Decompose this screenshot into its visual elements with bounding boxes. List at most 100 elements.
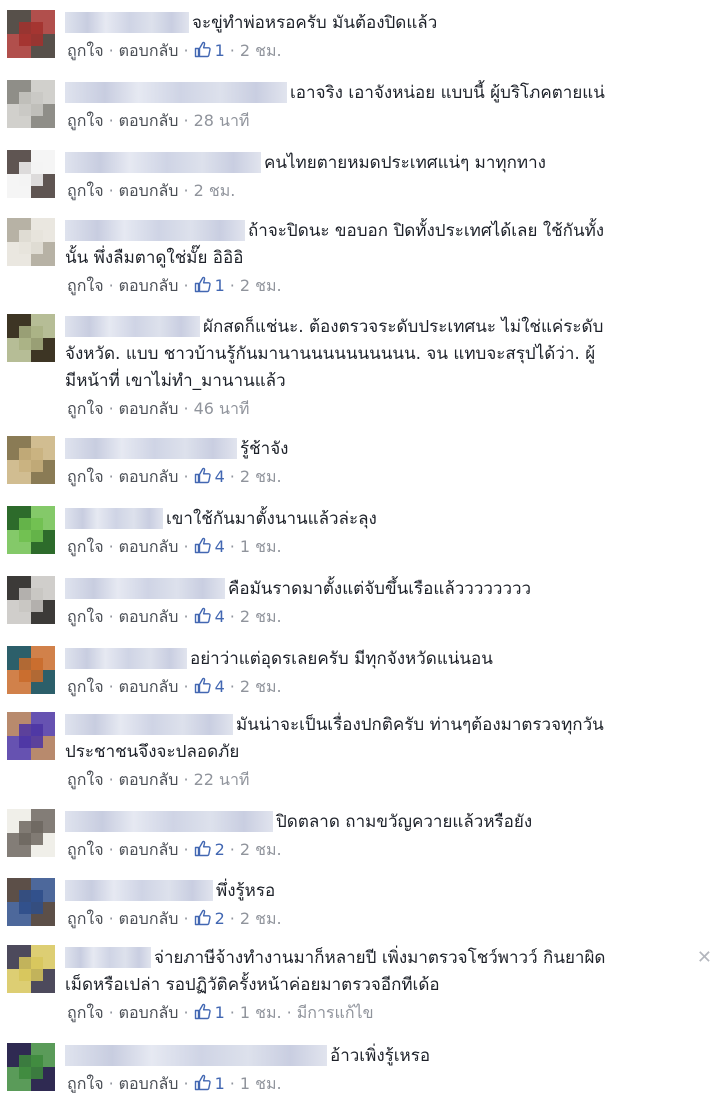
like-count[interactable]: 4 [215, 677, 225, 696]
like-link[interactable]: ถูกใจ [67, 770, 104, 789]
reply-link[interactable]: ตอบกลับ [119, 909, 179, 928]
author-name[interactable] [65, 438, 237, 459]
reply-link[interactable]: ตอบกลับ [119, 467, 179, 486]
timestamp[interactable]: 2 ชม. [240, 276, 282, 295]
timestamp[interactable]: 46 นาที [194, 399, 250, 418]
timestamp[interactable]: 2 ชม. [240, 909, 282, 928]
comment-text: รู้ช้าจัง [240, 439, 289, 459]
avatar[interactable] [7, 712, 55, 760]
like-link[interactable]: ถูกใจ [67, 276, 104, 295]
like-link[interactable]: ถูกใจ [67, 607, 104, 626]
author-name[interactable] [65, 648, 187, 669]
reply-link[interactable]: ตอบกลับ [119, 770, 179, 789]
like-link[interactable]: ถูกใจ [67, 537, 104, 556]
timestamp[interactable]: 2 ชม. [240, 840, 282, 859]
comment-text: อ้าวเพิ่งรู้เหรอ [330, 1046, 431, 1066]
avatar[interactable] [7, 10, 55, 58]
edited-label[interactable]: มีการแก้ไข [297, 1003, 374, 1022]
separator-dot: · [229, 41, 235, 60]
reply-link[interactable]: ตอบกลับ [119, 1074, 179, 1093]
reply-link[interactable]: ตอบกลับ [119, 111, 179, 130]
timestamp[interactable]: 2 ชม. [240, 41, 282, 60]
author-name[interactable] [65, 508, 163, 529]
separator-dot: · [286, 1003, 292, 1022]
separator-dot: · [108, 41, 114, 60]
like-count[interactable]: 1 [215, 276, 225, 295]
like-link[interactable]: ถูกใจ [67, 909, 104, 928]
comment-body: จ่ายภาษีจ้างทำงานมาก็หลายปี เพิ่งมาตรวจโ… [65, 945, 693, 1022]
avatar[interactable] [7, 506, 55, 554]
like-count[interactable]: 1 [215, 1074, 225, 1093]
comment-text: ประชาชนจึงจะปลอดภัย [65, 742, 240, 762]
author-name[interactable] [65, 152, 261, 173]
avatar[interactable] [7, 878, 55, 926]
reply-link[interactable]: ตอบกลับ [119, 399, 179, 418]
avatar[interactable] [7, 314, 55, 362]
like-link[interactable]: ถูกใจ [67, 399, 104, 418]
timestamp[interactable]: 2 ชม. [240, 677, 282, 696]
timestamp[interactable]: 22 นาที [194, 770, 250, 789]
like-link[interactable]: ถูกใจ [67, 677, 104, 696]
like-count[interactable]: 2 [215, 840, 225, 859]
reply-link[interactable]: ตอบกลับ [119, 276, 179, 295]
author-name[interactable] [65, 220, 245, 241]
comment-body: ปิดตลาด ถามขวัญควายแล้วหรือยัง ถูกใจ · ตอบก… [65, 809, 693, 859]
comment-text: ปิดตลาด ถามขวัญควายแล้วหรือยัง [276, 812, 533, 832]
like-count[interactable]: 4 [215, 467, 225, 486]
author-name[interactable] [65, 811, 273, 832]
reply-link[interactable]: ตอบกลับ [119, 677, 179, 696]
reply-link[interactable]: ตอบกลับ [119, 840, 179, 859]
avatar[interactable] [7, 436, 55, 484]
separator-dot: · [183, 181, 189, 200]
reply-link[interactable]: ตอบกลับ [119, 1003, 179, 1022]
like-link[interactable]: ถูกใจ [67, 41, 104, 60]
author-name[interactable] [65, 12, 189, 33]
avatar[interactable] [7, 945, 55, 993]
avatar[interactable] [7, 1043, 55, 1091]
separator-dot: · [183, 276, 189, 295]
close-icon[interactable]: ✕ [697, 949, 712, 967]
like-link[interactable]: ถูกใจ [67, 111, 104, 130]
author-name[interactable] [65, 947, 151, 968]
separator-dot: · [108, 111, 114, 130]
avatar[interactable] [7, 809, 55, 857]
author-name[interactable] [65, 578, 225, 599]
avatar[interactable] [7, 576, 55, 624]
author-name[interactable] [65, 316, 200, 337]
reply-link[interactable]: ตอบกลับ [119, 181, 179, 200]
timestamp[interactable]: 2 ชม. [240, 607, 282, 626]
timestamp[interactable]: 1 ชม. [240, 1074, 282, 1093]
like-count[interactable]: 1 [215, 1003, 225, 1022]
reply-link[interactable]: ตอบกลับ [119, 537, 179, 556]
like-count[interactable]: 1 [215, 41, 225, 60]
reply-link[interactable]: ตอบกลับ [119, 607, 179, 626]
timestamp[interactable]: 2 ชม. [240, 467, 282, 486]
reply-link[interactable]: ตอบกลับ [119, 41, 179, 60]
like-link[interactable]: ถูกใจ [67, 181, 104, 200]
like-count[interactable]: 4 [215, 537, 225, 556]
timestamp[interactable]: 2 ชม. [194, 181, 236, 200]
comment-actions: ถูกใจ · ตอบกลับ · 4 · 1 ชม. [67, 537, 282, 557]
like-link[interactable]: ถูกใจ [67, 467, 104, 486]
avatar[interactable] [7, 218, 55, 266]
like-count[interactable]: 2 [215, 909, 225, 928]
avatar[interactable] [7, 646, 55, 694]
comment-text: พึ่งรู้หรอ [216, 881, 276, 901]
like-link[interactable]: ถูกใจ [67, 1074, 104, 1093]
author-name[interactable] [65, 1045, 327, 1066]
separator-dot: · [183, 909, 189, 928]
avatar[interactable] [7, 80, 55, 128]
timestamp[interactable]: 1 ชม. [240, 1003, 282, 1022]
like-link[interactable]: ถูกใจ [67, 1003, 104, 1022]
author-name[interactable] [65, 714, 233, 735]
like-count[interactable]: 4 [215, 607, 225, 626]
author-name[interactable] [65, 880, 213, 901]
author-name[interactable] [65, 82, 287, 103]
comment-text: นั้น พึ่งลืมตาดูใช่มั๊ย อิอิอิ [65, 248, 244, 268]
timestamp[interactable]: 1 ชม. [240, 537, 282, 556]
like-link[interactable]: ถูกใจ [67, 840, 104, 859]
avatar[interactable] [7, 150, 55, 198]
comment-line: ประชาชนจึงจะปลอดภัย [65, 739, 693, 766]
comment-body: รู้ช้าจัง ถูกใจ · ตอบกลับ · 4 · 2 ชม. [65, 436, 693, 486]
timestamp[interactable]: 28 นาที [194, 111, 250, 130]
